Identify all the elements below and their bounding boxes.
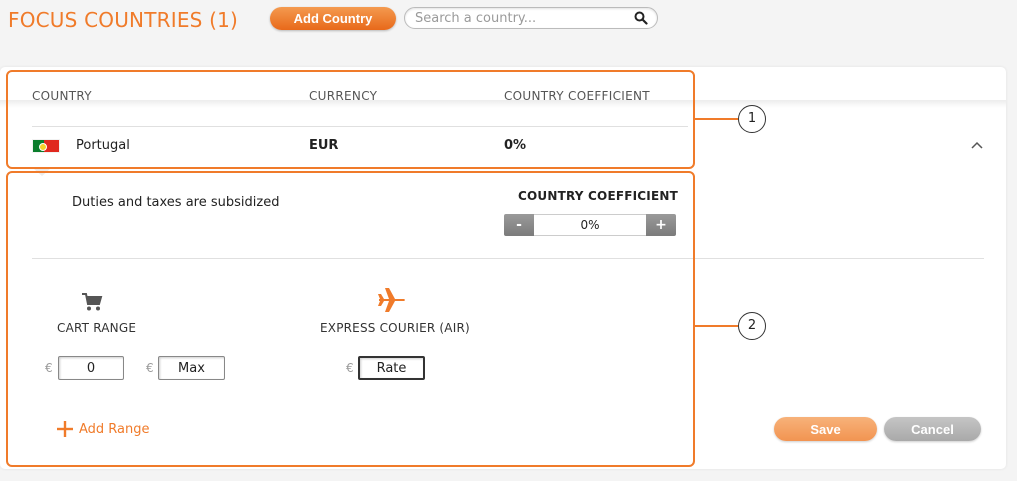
- callout-number: 1: [738, 105, 766, 133]
- search-icon[interactable]: [634, 11, 648, 25]
- search-input[interactable]: [415, 10, 625, 27]
- decrease-button[interactable]: -: [504, 214, 534, 236]
- save-button[interactable]: Save: [774, 417, 877, 441]
- search-box[interactable]: [404, 7, 658, 29]
- expand-pointer: [34, 169, 50, 176]
- row-shadow: [0, 100, 1006, 108]
- add-country-button[interactable]: Add Country: [270, 7, 396, 30]
- callout-line: [695, 118, 738, 120]
- express-courier-label: EXPRESS COURIER (AIR): [320, 321, 470, 335]
- currency-symbol: €: [146, 361, 154, 375]
- cancel-button[interactable]: Cancel: [884, 417, 981, 441]
- chevron-up-icon[interactable]: [970, 140, 984, 150]
- cart-max-input[interactable]: [158, 356, 225, 380]
- column-header-currency: CURRENCY: [309, 89, 378, 103]
- cart-range-label: CART RANGE: [57, 321, 137, 335]
- coefficient-value: 0%: [504, 138, 527, 153]
- country-name: Portugal: [76, 138, 130, 153]
- cart-min-input[interactable]: [58, 356, 124, 380]
- coefficient-input[interactable]: 0%: [534, 214, 646, 236]
- cart-icon: [82, 293, 103, 311]
- currency-value: EUR: [309, 138, 339, 153]
- portugal-flag-icon: [32, 139, 60, 153]
- column-header-coefficient: COUNTRY COEFFICIENT: [504, 89, 650, 103]
- rate-input[interactable]: [358, 356, 425, 380]
- duties-text: Duties and taxes are subsidized: [72, 195, 280, 210]
- currency-symbol: €: [45, 361, 53, 375]
- currency-symbol: €: [346, 361, 354, 375]
- section-divider: [32, 258, 984, 259]
- coefficient-heading: COUNTRY COEFFICIENT: [518, 189, 678, 203]
- header-divider: [32, 126, 688, 127]
- callout-number: 2: [738, 312, 766, 340]
- coefficient-stepper: - 0% +: [504, 214, 676, 236]
- column-header-country: COUNTRY: [32, 89, 92, 103]
- increase-button[interactable]: +: [646, 214, 676, 236]
- callout-line: [695, 325, 738, 327]
- airplane-icon: [378, 288, 405, 312]
- add-range-label: Add Range: [79, 421, 150, 437]
- add-range-button[interactable]: Add Range: [56, 419, 150, 439]
- plus-icon: [57, 421, 73, 437]
- page-title: FOCUS COUNTRIES (1): [8, 8, 239, 32]
- focus-country-card: [0, 67, 1006, 469]
